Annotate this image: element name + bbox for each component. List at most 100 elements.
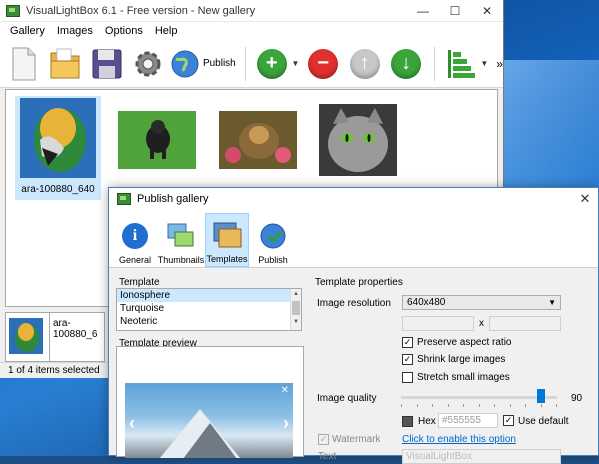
templates-icon: [212, 220, 242, 250]
align-icon: [447, 49, 475, 78]
thumbnail-yorkie[interactable]: [219, 111, 297, 169]
save-gallery-button[interactable]: [87, 42, 126, 86]
scroll-up-icon[interactable]: ▲: [291, 289, 301, 299]
open-gallery-button[interactable]: [45, 42, 84, 86]
template-group-label: Template: [119, 277, 160, 288]
toolbar-separator: [433, 46, 435, 81]
shrink-large-label: Shrink large images: [417, 354, 506, 365]
align-dropdown-caret[interactable]: ▼: [480, 59, 488, 68]
add-dropdown-caret[interactable]: ▼: [292, 59, 300, 68]
preserve-aspect-label: Preserve aspect ratio: [417, 337, 512, 348]
template-preview-image: ‹ › ✕: [125, 383, 293, 458]
dialog-titlebar: Publish gallery ✕: [109, 188, 598, 210]
main-titlebar: VisualLightBox 6.1 - Free version - New …: [0, 0, 503, 22]
template-list[interactable]: Ionosphere Turquoise Neoteric ▲ ▼: [116, 288, 302, 331]
menu-images[interactable]: Images: [51, 25, 99, 37]
menubar: Gallery Images Options Help: [0, 22, 503, 40]
minimize-button[interactable]: —: [407, 0, 439, 22]
thumbnail-caption: ara-100880_640: [21, 184, 95, 195]
scroll-thumb[interactable]: [292, 301, 300, 315]
menu-help[interactable]: Help: [149, 25, 184, 37]
preview-filename: ara-100880_6: [49, 312, 105, 362]
image-quality-slider[interactable]: [401, 396, 557, 399]
move-down-button[interactable]: ↓: [386, 42, 425, 86]
image-resolution-select[interactable]: 640x480 ▼: [402, 295, 561, 310]
hex-label: Hex: [418, 416, 436, 427]
watermark-text-input[interactable]: VisualLightBox: [402, 449, 561, 464]
dialog-tabs: i General Thumbnails Templates Publish: [109, 210, 598, 268]
tab-publish[interactable]: Publish: [251, 213, 295, 267]
settings-gear-icon: [135, 51, 161, 76]
custom-height-field[interactable]: [489, 316, 561, 331]
thumbnail-cat[interactable]: [319, 104, 397, 176]
template-item[interactable]: Neoteric: [117, 315, 301, 328]
info-icon: i: [120, 221, 150, 251]
watermark-label: Watermark: [332, 434, 381, 445]
slider-ticks: [401, 404, 557, 407]
menu-options[interactable]: Options: [99, 25, 149, 37]
template-item[interactable]: Turquoise: [117, 302, 301, 315]
move-up-icon: ↑: [349, 48, 380, 79]
use-default-checkbox[interactable]: ✓: [503, 415, 514, 426]
preserve-aspect-checkbox[interactable]: ✓: [402, 337, 413, 348]
thumbnail-parrot[interactable]: [20, 98, 96, 178]
shrink-large-checkbox[interactable]: ✓: [402, 354, 413, 365]
use-default-label: Use default: [518, 416, 569, 427]
scroll-down-icon[interactable]: ▼: [291, 317, 301, 327]
publish-dialog: Publish gallery ✕ i General Thumbnails T…: [108, 187, 599, 464]
new-document-icon: [12, 47, 36, 80]
toolbar-overflow[interactable]: »: [496, 57, 503, 71]
watermark-checkbox[interactable]: ✓: [318, 434, 329, 445]
tab-templates-label: Templates: [206, 254, 248, 264]
chevron-right-icon: ›: [283, 413, 289, 433]
image-quality-value: 90: [571, 393, 583, 404]
add-images-button[interactable]: +: [252, 42, 291, 86]
background-color-swatch[interactable]: [402, 416, 413, 427]
close-button[interactable]: ✕: [471, 0, 503, 22]
new-gallery-button[interactable]: [4, 42, 43, 86]
chevron-down-icon: ▼: [548, 298, 556, 307]
stretch-small-label: Stretch small images: [417, 372, 510, 383]
publish-globe-icon: [171, 50, 199, 77]
close-icon: ✕: [280, 385, 289, 396]
stretch-small-checkbox[interactable]: [402, 372, 413, 383]
tab-templates[interactable]: Templates: [205, 213, 249, 267]
tab-general[interactable]: i General: [113, 213, 157, 267]
image-quality-slider-thumb[interactable]: [537, 389, 546, 403]
desktop-light-beam: [500, 60, 599, 200]
image-resolution-label: Image resolution: [317, 298, 391, 309]
hex-input[interactable]: #555555: [438, 413, 498, 428]
publish-button[interactable]: Publish: [170, 42, 239, 86]
publish-label: Publish: [202, 58, 236, 69]
dialog-title: Publish gallery: [137, 193, 209, 205]
move-up-button[interactable]: ↑: [345, 42, 384, 86]
align-button[interactable]: [441, 42, 480, 86]
template-item[interactable]: Ionosphere: [117, 289, 301, 302]
maximize-button[interactable]: ☐: [439, 0, 471, 22]
thumbnail-puppy[interactable]: [118, 111, 196, 169]
open-folder-icon: [50, 48, 80, 78]
enable-watermark-link[interactable]: Click to enable this option: [402, 434, 516, 445]
thumbnails-icon: [166, 221, 196, 251]
template-properties-label: Template properties: [315, 277, 403, 288]
menu-gallery[interactable]: Gallery: [4, 25, 51, 37]
preview-image-parrot: [9, 318, 43, 354]
publish-globe-icon: [258, 221, 288, 251]
dialog-close-button[interactable]: ✕: [572, 191, 598, 207]
preview-mountain-rock: [180, 423, 240, 458]
template-list-scrollbar[interactable]: ▲ ▼: [290, 289, 301, 330]
remove-images-button[interactable]: −: [303, 42, 342, 86]
save-disk-icon: [92, 49, 122, 78]
chevron-left-icon: ‹: [129, 413, 135, 433]
dialog-icon: [117, 193, 131, 205]
image-resolution-value: 640x480: [407, 297, 446, 308]
toolbar-separator: [245, 46, 247, 81]
custom-width-field[interactable]: [402, 316, 474, 331]
settings-button[interactable]: [128, 42, 167, 86]
add-icon: +: [256, 48, 287, 79]
tab-thumbnails[interactable]: Thumbnails: [157, 213, 205, 267]
tab-thumbnails-label: Thumbnails: [157, 255, 205, 265]
resolution-x-separator: x: [479, 318, 484, 329]
window-title: VisualLightBox 6.1 - Free version - New …: [26, 4, 256, 17]
tab-publish-label: Publish: [258, 255, 288, 265]
